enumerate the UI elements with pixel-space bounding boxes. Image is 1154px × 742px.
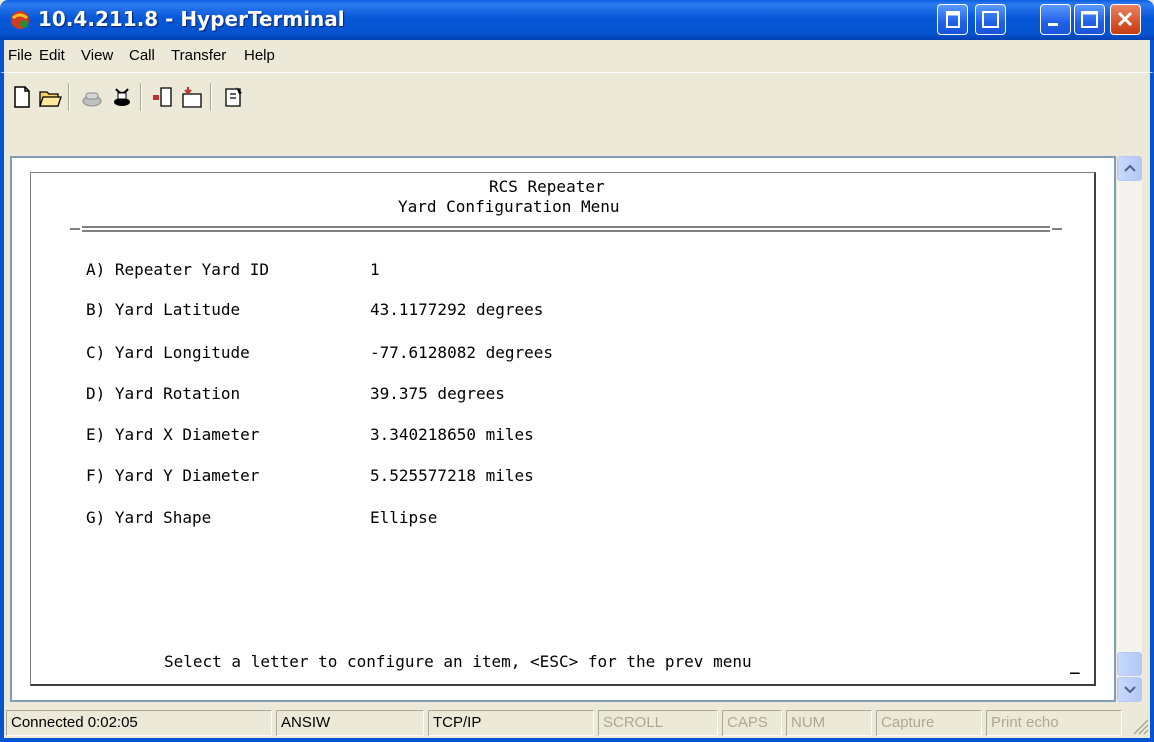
item-b-label: B) Yard Latitude [86, 300, 241, 319]
window-title: 10.4.211.8 - HyperTerminal [38, 7, 345, 31]
status-capture: Capture [876, 710, 982, 736]
status-connection: Connected 0:02:05 [6, 710, 272, 736]
item-c-label: C) Yard Longitude [86, 343, 250, 362]
minimize-button[interactable] [1040, 4, 1071, 35]
window-icon [946, 11, 960, 28]
item-c-value: -77.6128082 degrees [370, 343, 554, 362]
close-icon [1117, 11, 1133, 27]
item-f-value: 5.525577218 miles [370, 466, 534, 485]
title-bar: 10.4.211.8 - HyperTerminal [0, 0, 1154, 40]
item-a-label: A) Repeater Yard ID [86, 260, 270, 279]
vertical-scrollbar[interactable] [1117, 156, 1142, 702]
status-print-echo: Print echo [986, 710, 1122, 736]
toolbar [0, 72, 1154, 118]
header-rule [70, 226, 1062, 232]
maximize-button[interactable] [1074, 4, 1105, 35]
terminal-cursor: _ [1070, 655, 1080, 674]
menu-call[interactable]: Call [129, 47, 155, 64]
chevron-up-icon [1124, 164, 1136, 172]
status-scroll: SCROLL [598, 710, 718, 736]
item-b-value: 43.1177292 degrees [370, 300, 544, 319]
header-line-1: RCS Repeater [489, 177, 605, 196]
window-icon [982, 11, 999, 28]
item-f-label: F) Yard Y Diameter [86, 466, 260, 485]
item-d-label: D) Yard Rotation [86, 384, 241, 403]
hyperterminal-icon[interactable] [9, 9, 31, 31]
item-e-label: E) Yard X Diameter [86, 425, 260, 444]
item-d-value: 39.375 degrees [370, 384, 505, 403]
menu-edit[interactable]: Edit [39, 47, 65, 64]
disconnect-icon[interactable] [110, 85, 134, 109]
status-caps: CAPS [722, 710, 782, 736]
status-bar: Connected 0:02:05 ANSIW TCP/IP SCROLL CA… [0, 706, 1154, 742]
maximize-icon [1081, 11, 1098, 28]
close-button[interactable] [1110, 4, 1141, 35]
minimize-icon [1048, 23, 1058, 26]
menu-view[interactable]: View [81, 47, 113, 64]
menu-file[interactable]: File [8, 47, 32, 64]
status-emulation: ANSIW [276, 710, 424, 736]
header-line-2: Yard Configuration Menu [398, 197, 620, 216]
menu-help[interactable]: Help [244, 47, 275, 64]
call-icon[interactable] [80, 85, 104, 109]
chevron-down-icon [1124, 686, 1136, 694]
properties-icon[interactable] [222, 85, 246, 109]
scroll-down-button[interactable] [1117, 677, 1142, 702]
open-folder-icon[interactable] [38, 85, 62, 109]
layout-button[interactable] [975, 4, 1006, 35]
status-protocol: TCP/IP [428, 710, 594, 736]
scroll-up-button[interactable] [1117, 156, 1142, 181]
new-document-icon[interactable] [10, 85, 34, 109]
item-g-label: G) Yard Shape [86, 508, 212, 527]
item-a-value: 1 [370, 260, 380, 279]
receive-icon[interactable] [180, 85, 204, 109]
send-icon[interactable] [152, 85, 176, 109]
menu-bar: File Edit View Call Transfer Help [0, 40, 1154, 72]
menu-transfer[interactable]: Transfer [171, 47, 226, 64]
item-e-value: 3.340218650 miles [370, 425, 534, 444]
toolbar-separator [68, 83, 70, 111]
status-num: NUM [786, 710, 872, 736]
toolbar-separator [140, 83, 142, 111]
item-g-value: Ellipse [370, 508, 438, 527]
restore-terminal-button[interactable] [937, 4, 968, 35]
prompt-line: Select a letter to configure an item, <E… [164, 652, 752, 671]
scroll-thumb[interactable] [1117, 652, 1142, 676]
resize-grip-icon[interactable] [1130, 716, 1150, 736]
toolbar-separator [210, 83, 212, 111]
